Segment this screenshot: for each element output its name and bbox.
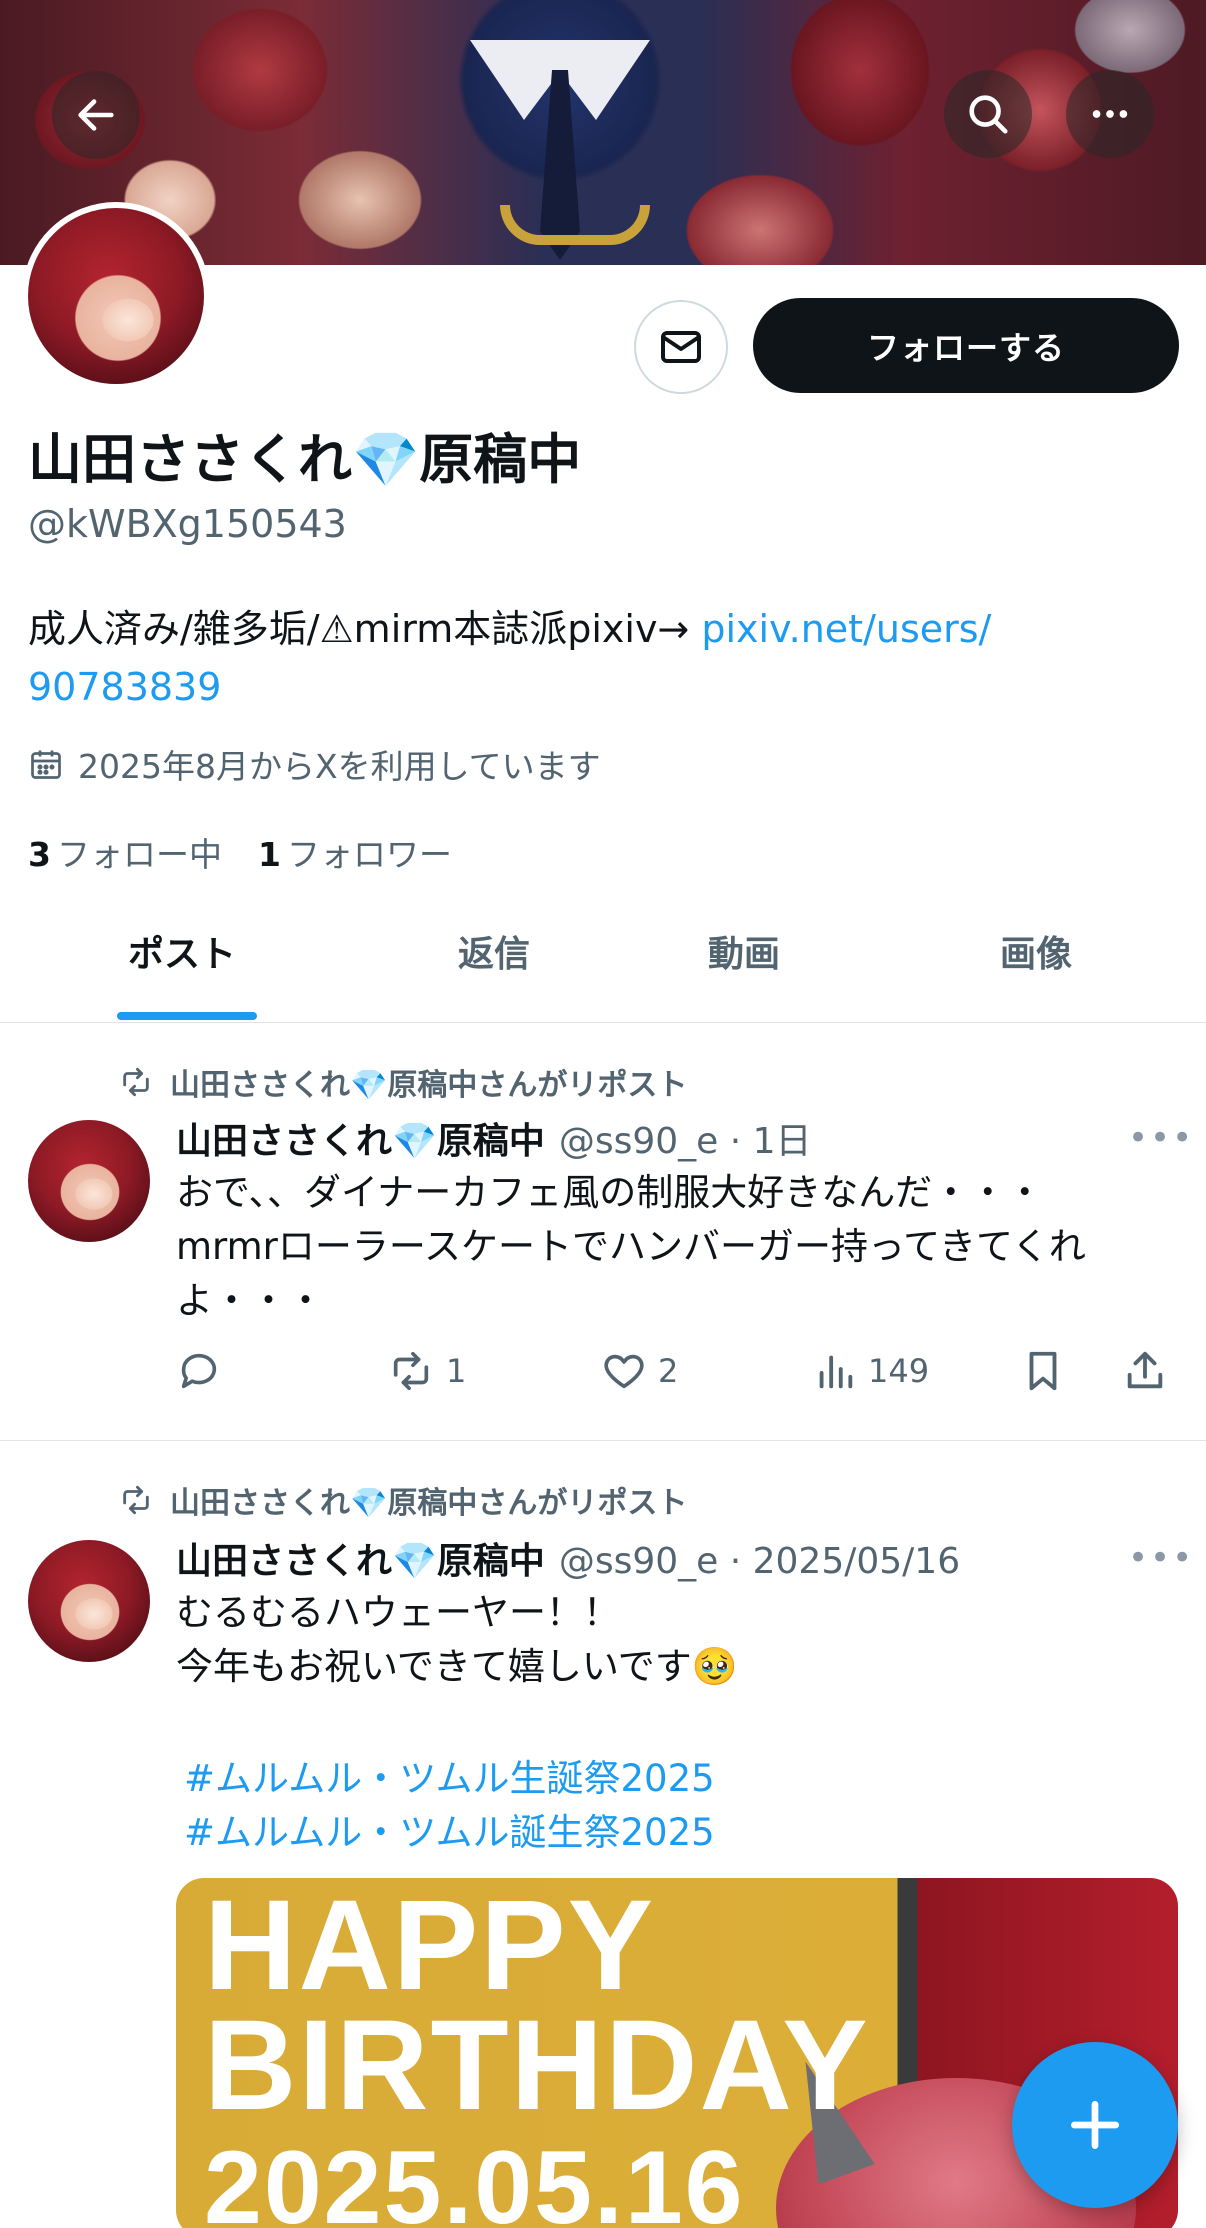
post-media-image[interactable]: HAPPY BIRTHDAY 2025.05.16: [176, 1878, 1178, 2228]
display-name: 山田ささくれ💎原稿中: [28, 428, 582, 491]
profile-bio: 成人済み/雑多垢/⚠mirm本誌派pixiv→ pixiv.net/users/…: [28, 600, 1128, 716]
tab-active-indicator: [117, 1012, 257, 1020]
hashtag-link[interactable]: #ムルムル・ツムル誕生祭2025: [184, 1802, 715, 1856]
followers-label: フォロワー: [286, 835, 452, 874]
back-button[interactable]: [52, 71, 140, 159]
repost-icon: [123, 1485, 149, 1515]
post-handle-time: @ss90_e · 2025/05/16: [558, 1541, 961, 1582]
tab-replies[interactable]: 返信: [458, 925, 530, 977]
like-button[interactable]: 2: [600, 1348, 678, 1394]
followers-link[interactable]: 1 フォロワー: [258, 828, 452, 876]
joined-text: 2025年8月からXを利用しています: [78, 747, 601, 786]
message-button[interactable]: [634, 300, 728, 394]
repost-label: 山田ささくれ💎原稿中さんがリポスト: [170, 1486, 688, 1521]
post-avatar[interactable]: [28, 1120, 150, 1242]
following-link[interactable]: 3 フォロー中: [28, 828, 222, 876]
followers-count: 1: [257, 835, 281, 874]
repost-indicator[interactable]: 山田ささくれ💎原稿中さんがリポスト: [116, 1060, 687, 1104]
tab-posts[interactable]: ポスト: [128, 925, 236, 977]
post-divider: [0, 1440, 1206, 1441]
bar-chart-icon: [819, 1355, 853, 1389]
share-button[interactable]: [1122, 1348, 1168, 1394]
heart-icon: [604, 1354, 644, 1389]
media-text: BIRTHDAY: [204, 1994, 870, 2137]
arrow-left-icon: [78, 99, 114, 131]
calendar-icon: [31, 750, 61, 779]
bio-text: 成人済み/雑多垢/⚠mirm本誌派pixiv→: [28, 607, 702, 651]
following-count: 3: [28, 835, 51, 874]
media-text: 2025.05.16: [204, 2130, 745, 2228]
post-author[interactable]: 山田ささくれ💎原稿中: [176, 1532, 545, 1584]
envelope-icon: [661, 331, 701, 363]
post-header: 山田ささくれ💎原稿中 @ss90_e · 2025/05/16: [176, 1532, 960, 1584]
like-count: 2: [658, 1352, 679, 1390]
post-text: むるむるハウェーヤー！！ 今年もお祝いできて嬉しいです🥹: [176, 1591, 738, 1688]
repost-icon: [393, 1351, 429, 1391]
bio-link[interactable]: pixiv.net/users/: [701, 607, 991, 651]
repost-button[interactable]: 1: [386, 1348, 466, 1394]
banner-art: [500, 205, 650, 245]
bio-link[interactable]: 90783839: [28, 665, 221, 709]
post-text: おで、、ダイナーカフェ風の制服大好きなんだ・・・ mrmrローラースケートでハン…: [176, 1171, 1086, 1322]
repost-count: 1: [446, 1352, 467, 1390]
follow-stats: 3 フォロー中 1 フォロワー: [28, 828, 452, 876]
reply-button[interactable]: [176, 1348, 222, 1394]
tab-videos[interactable]: 動画: [708, 925, 780, 977]
follow-button[interactable]: フォローする: [753, 298, 1179, 393]
tab-media[interactable]: 画像: [1000, 925, 1072, 977]
more-button[interactable]: [1066, 70, 1154, 158]
search-icon: [969, 95, 1008, 134]
post-handle-time: @ss90_e · 1日: [558, 1121, 812, 1162]
repost-indicator[interactable]: 山田ささくれ💎原稿中さんがリポスト: [116, 1478, 687, 1522]
views-button[interactable]: 149: [812, 1348, 929, 1394]
bookmark-button[interactable]: [1020, 1348, 1066, 1394]
media-text: HAPPY: [204, 1878, 655, 2017]
profile-handle: @kWBXg150543: [28, 502, 347, 546]
bookmark-icon: [1029, 1351, 1057, 1391]
profile-tabs: ポスト 返信 動画 画像: [0, 895, 1206, 1023]
share-icon: [1127, 1351, 1163, 1389]
search-button[interactable]: [944, 70, 1032, 158]
repost-label: 山田ささくれ💎原稿中さんがリポスト: [170, 1068, 688, 1103]
plus-icon: [1070, 2100, 1120, 2150]
profile-avatar[interactable]: [22, 202, 210, 390]
hashtag-link[interactable]: #ムルムル・ツムル生誕祭2025: [184, 1748, 715, 1802]
post-header: 山田ささくれ💎原稿中 @ss90_e · 1日: [176, 1112, 812, 1164]
post-more-icon[interactable]: •••: [1128, 1118, 1194, 1158]
post-actions: 1 2 149: [176, 1348, 1176, 1408]
repost-icon: [123, 1067, 149, 1097]
reply-icon: [181, 1353, 217, 1389]
post-avatar[interactable]: [28, 1540, 150, 1662]
more-horizontal-icon: [1092, 110, 1128, 118]
post-more-icon[interactable]: •••: [1128, 1538, 1194, 1578]
joined-date: 2025年8月からXを利用しています: [28, 740, 601, 788]
post-author[interactable]: 山田ささくれ💎原稿中: [176, 1112, 545, 1164]
following-label: フォロー中: [56, 835, 222, 874]
compose-button[interactable]: [1012, 2042, 1178, 2208]
views-count: 149: [868, 1352, 930, 1390]
